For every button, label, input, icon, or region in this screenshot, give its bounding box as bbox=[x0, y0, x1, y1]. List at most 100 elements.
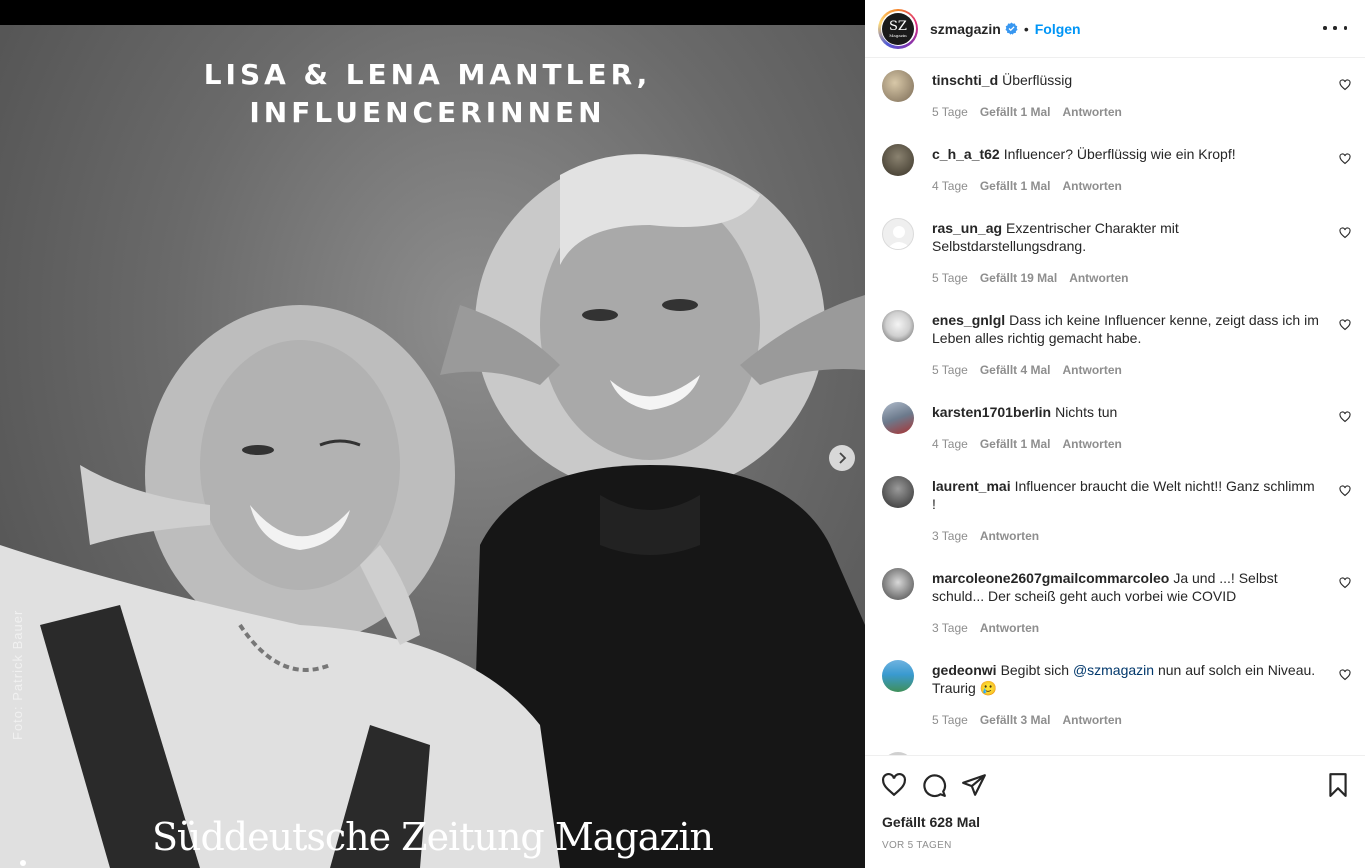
comment-meta: 3 Tage Antworten bbox=[932, 529, 1039, 543]
more-dot bbox=[1343, 26, 1347, 30]
comment-text: laurent_mai Influencer braucht die Welt n… bbox=[932, 477, 1322, 513]
comment-likes[interactable]: Gefällt 1 Mal bbox=[980, 437, 1051, 451]
headline-line-2: INFLUENCERINNEN bbox=[249, 96, 606, 129]
comment-content: Influencer? Überflüssig wie ein Kropf! bbox=[1003, 146, 1236, 162]
comment-username[interactable]: karsten1701berlin bbox=[932, 404, 1051, 420]
comment-meta: 3 Tage Antworten bbox=[932, 621, 1039, 635]
avatar[interactable] bbox=[882, 70, 914, 102]
comment-username[interactable]: laurent_mai bbox=[932, 478, 1011, 494]
comment-text: marcoleone2607gmailcommarcoleo Ja und ...… bbox=[932, 569, 1322, 605]
avatar[interactable] bbox=[882, 402, 914, 434]
comment-icon[interactable] bbox=[921, 772, 947, 798]
comment-text: enes_gnlgl Dass ich keine Influencer kenn… bbox=[932, 311, 1322, 347]
avatar-inner: SZ Magazin bbox=[880, 11, 916, 46]
comment-age[interactable]: 4 Tage bbox=[932, 179, 968, 193]
avatar[interactable] bbox=[882, 476, 914, 508]
comment-age[interactable]: 3 Tage bbox=[932, 529, 968, 543]
reply-button[interactable]: Antworten bbox=[1063, 363, 1122, 377]
verified-badge-icon bbox=[1005, 22, 1018, 35]
comment-text: karsten1701berlin Nichts tun bbox=[932, 403, 1322, 421]
more-options-button[interactable] bbox=[1323, 18, 1347, 38]
comment-username[interactable]: c_h_a_t62 bbox=[932, 146, 1000, 162]
avatar[interactable] bbox=[882, 144, 914, 176]
post-header: SZ Magazin szmagazin • Folgen bbox=[865, 0, 1365, 58]
sz-logo: SZ Magazin bbox=[882, 12, 914, 45]
comment-username[interactable]: tinschti_d bbox=[932, 72, 998, 88]
reply-button[interactable]: Antworten bbox=[1063, 713, 1122, 727]
chevron-right-icon bbox=[839, 452, 847, 464]
comment-meta: 5 Tage Gefällt 4 Mal Antworten bbox=[932, 363, 1122, 377]
heart-icon[interactable] bbox=[1339, 319, 1351, 331]
bookmark-icon[interactable] bbox=[1325, 772, 1351, 798]
comment-meta: 4 Tage Gefällt 1 Mal Antworten bbox=[932, 179, 1122, 193]
post-actions: Gefällt 628 Mal VOR 5 TAGEN bbox=[865, 755, 1365, 868]
avatar[interactable] bbox=[882, 218, 914, 250]
reply-button[interactable]: Antworten bbox=[1063, 105, 1122, 119]
sz-logo-text: SZ bbox=[889, 18, 907, 34]
comment-meta: 4 Tage Gefällt 1 Mal Antworten bbox=[932, 437, 1122, 451]
comment-text: ras_un_ag Exzentrischer Charakter mit Sel… bbox=[932, 219, 1322, 255]
post-author-username[interactable]: szmagazin bbox=[930, 21, 1001, 37]
heart-icon[interactable] bbox=[1339, 227, 1351, 239]
follow-button[interactable]: Folgen bbox=[1035, 21, 1081, 37]
comment-content: Überflüssig bbox=[1002, 72, 1073, 88]
heart-icon[interactable] bbox=[1339, 411, 1351, 423]
comments-list[interactable]: tinschti_d Überflüssig 5 Tage Gefällt 1 M… bbox=[865, 58, 1365, 755]
comment-username[interactable]: ras_un_ag bbox=[932, 220, 1002, 236]
comment-likes[interactable]: Gefällt 1 Mal bbox=[980, 105, 1051, 119]
reply-button[interactable]: Antworten bbox=[980, 621, 1039, 635]
reply-button[interactable]: Antworten bbox=[1063, 437, 1122, 451]
heart-icon[interactable] bbox=[1339, 577, 1351, 589]
comment-username[interactable]: gedeonwi bbox=[932, 662, 997, 678]
more-dot bbox=[1323, 26, 1327, 30]
mention-link[interactable]: @szmagazin bbox=[1073, 662, 1154, 678]
sz-logo-subtext: Magazin bbox=[889, 32, 907, 38]
photo-illustration bbox=[0, 154, 865, 868]
comment-meta: 5 Tage Gefällt 1 Mal Antworten bbox=[932, 105, 1122, 119]
post-timestamp[interactable]: VOR 5 TAGEN bbox=[882, 840, 952, 851]
comment-likes[interactable]: Gefällt 1 Mal bbox=[980, 179, 1051, 193]
avatar[interactable]: SZ Magazin bbox=[878, 8, 918, 49]
comment-age[interactable]: 4 Tage bbox=[932, 437, 968, 451]
comment-likes[interactable]: Gefällt 4 Mal bbox=[980, 363, 1051, 377]
comment-age[interactable]: 3 Tage bbox=[932, 621, 968, 635]
avatar[interactable] bbox=[882, 660, 914, 692]
next-slide-button[interactable] bbox=[829, 445, 855, 471]
comment-age[interactable]: 5 Tage bbox=[932, 363, 968, 377]
more-dot bbox=[1333, 26, 1337, 30]
carousel-dot bbox=[20, 860, 26, 866]
comment-likes[interactable]: Gefällt 3 Mal bbox=[980, 713, 1051, 727]
comment-age[interactable]: 5 Tage bbox=[932, 713, 968, 727]
likes-count[interactable]: Gefällt 628 Mal bbox=[882, 814, 980, 830]
comment-age[interactable]: 5 Tage bbox=[932, 105, 968, 119]
post-photo[interactable] bbox=[0, 25, 865, 868]
heart-icon[interactable] bbox=[1339, 485, 1351, 497]
avatar[interactable] bbox=[882, 568, 914, 600]
post-side-panel: SZ Magazin szmagazin • Folgen tinschti_d… bbox=[865, 0, 1365, 868]
post-media: LISA & LENA MANTLER, INFLUENCERINNEN Fot… bbox=[0, 0, 865, 868]
comment-text: c_h_a_t62 Influencer? Überflüssig wie ein… bbox=[932, 145, 1322, 163]
comment-text: tinschti_d Überflüssig bbox=[932, 71, 1322, 89]
comment-username[interactable]: marcoleone2607gmailcommarcoleo bbox=[932, 570, 1169, 586]
heart-icon[interactable] bbox=[1339, 153, 1351, 165]
heart-icon[interactable] bbox=[881, 772, 907, 798]
comment-text: gedeonwi Begibt sich @szmagazin nun auf s… bbox=[932, 661, 1322, 697]
comment-username[interactable]: enes_gnlgl bbox=[932, 312, 1005, 328]
comment-content: Nichts tun bbox=[1055, 404, 1118, 420]
comment-meta: 5 Tage Gefällt 3 Mal Antworten bbox=[932, 713, 1122, 727]
brand-wordmark: Süddeutsche Zeitung Magazin bbox=[151, 815, 714, 859]
comment-age[interactable]: 5 Tage bbox=[932, 271, 968, 285]
headline-line-1: LISA & LENA MANTLER, bbox=[203, 58, 652, 91]
reply-button[interactable]: Antworten bbox=[980, 529, 1039, 543]
comment-meta: 5 Tage Gefällt 19 Mal Antworten bbox=[932, 271, 1129, 285]
reply-button[interactable]: Antworten bbox=[1063, 179, 1122, 193]
heart-icon[interactable] bbox=[1339, 669, 1351, 681]
comment-likes[interactable]: Gefällt 19 Mal bbox=[980, 271, 1057, 285]
media-top-bar bbox=[0, 0, 865, 25]
photo-credit: Foto: Patrick Bauer bbox=[10, 609, 25, 740]
header-separator: • bbox=[1023, 20, 1029, 37]
heart-icon[interactable] bbox=[1339, 79, 1351, 91]
share-icon[interactable] bbox=[961, 772, 987, 798]
reply-button[interactable]: Antworten bbox=[1069, 271, 1128, 285]
avatar[interactable] bbox=[882, 310, 914, 342]
